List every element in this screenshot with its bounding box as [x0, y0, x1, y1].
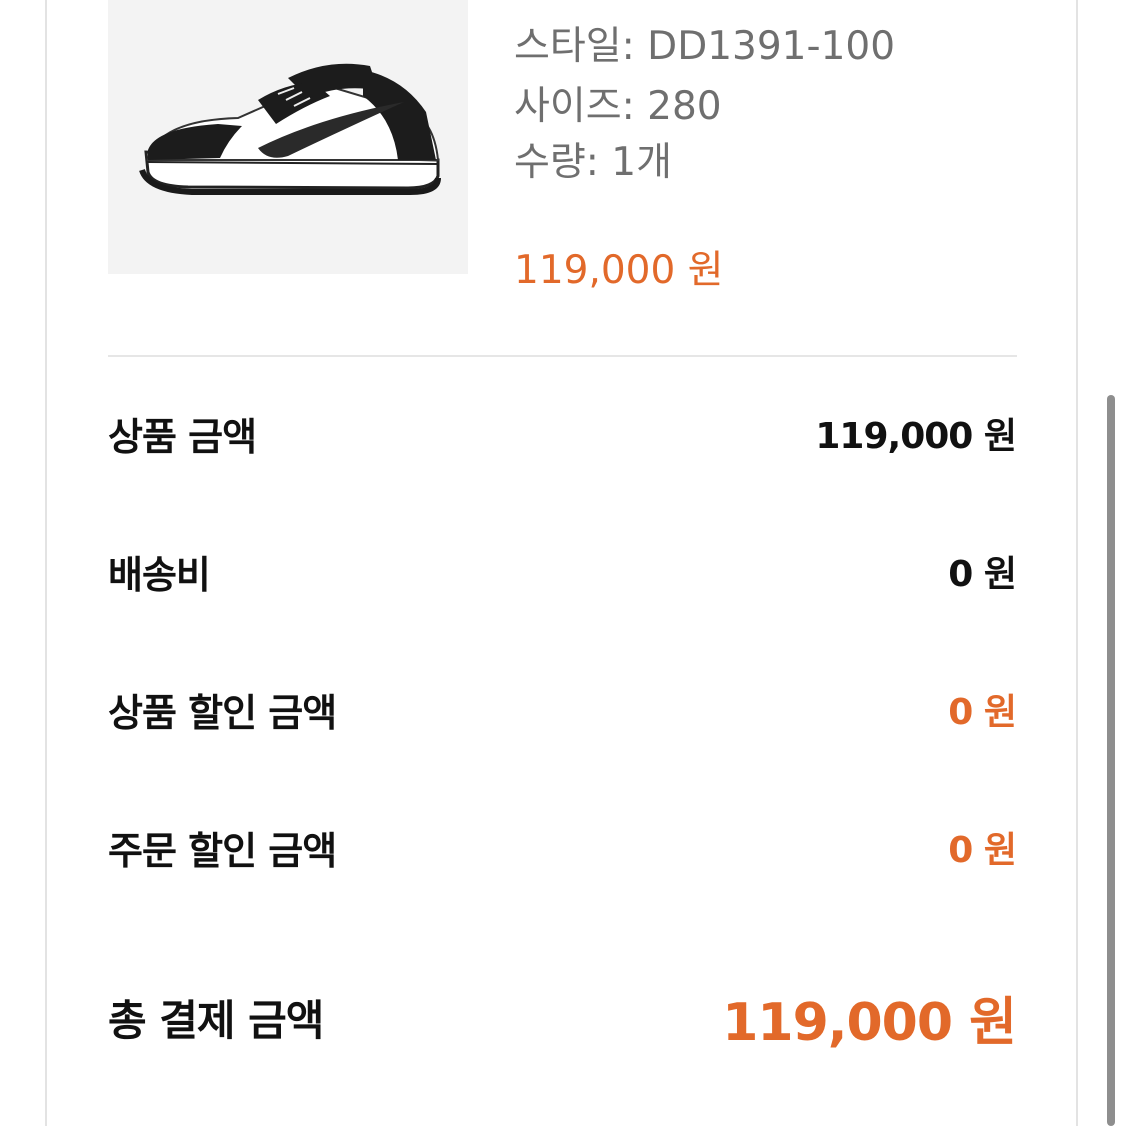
order-discount-value: 0 원	[948, 830, 1017, 871]
subtotal-value: 119,000 원	[815, 416, 1017, 457]
card-border-right	[1076, 0, 1078, 1126]
sneaker-image	[139, 63, 441, 195]
product-discount-value: 0 원	[948, 692, 1017, 733]
card-border-left	[45, 0, 47, 1126]
total-value: 119,000 원	[722, 992, 1017, 1053]
order-discount-row: 주문 할인 금액 0 원	[108, 817, 1017, 877]
product-image	[108, 0, 468, 274]
scrollbar[interactable]	[1107, 395, 1115, 1126]
product-discount-row: 상품 할인 금액 0 원	[108, 679, 1017, 739]
product-discount-label: 상품 할인 금액	[108, 690, 337, 735]
product-size: 사이즈: 280	[514, 84, 722, 129]
shipping-label: 배송비	[108, 552, 211, 597]
order-discount-label: 주문 할인 금액	[108, 828, 337, 873]
shipping-row: 배송비 0 원	[108, 541, 1017, 601]
subtotal-label: 상품 금액	[108, 414, 257, 459]
checkout-summary-screen: 스타일: DD1391-100 사이즈: 280 수량: 1개 119,000 …	[0, 0, 1125, 1126]
product-price: 119,000 원	[514, 248, 724, 293]
divider	[108, 355, 1017, 357]
subtotal-row: 상품 금액 119,000 원	[108, 403, 1017, 463]
product-style: 스타일: DD1391-100	[514, 24, 896, 69]
product-quantity: 수량: 1개	[514, 140, 672, 185]
total-label: 총 결제 금액	[108, 995, 324, 1045]
shipping-value: 0 원	[948, 554, 1017, 595]
total-row: 총 결제 금액 119,000 원	[108, 982, 1017, 1053]
